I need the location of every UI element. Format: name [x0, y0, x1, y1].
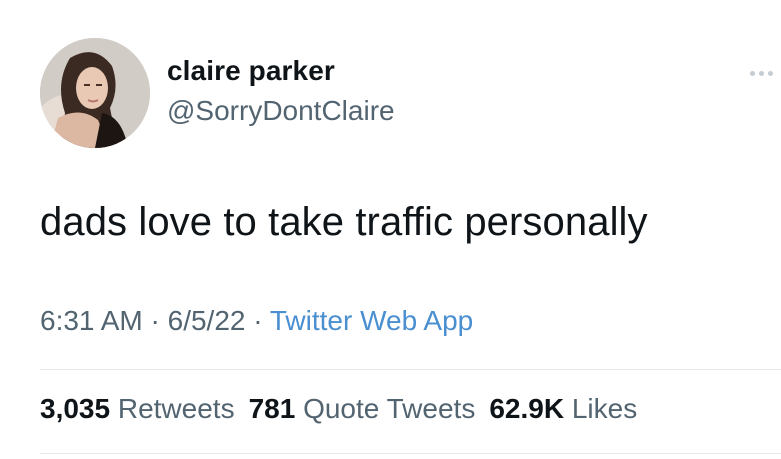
tweet-meta: 6:31 AM · 6/5/22 · Twitter Web App [40, 305, 473, 337]
divider [40, 369, 781, 370]
user-handle[interactable]: @SorryDontClaire [167, 95, 395, 127]
tweet-text: dads love to take traffic personally [40, 200, 648, 244]
tweet-source-link[interactable]: Twitter Web App [270, 305, 473, 336]
quote-tweets-stat[interactable]: 781 Quote Tweets [249, 393, 476, 424]
retweets-count: 3,035 [40, 393, 111, 424]
quote-tweets-label: Quote Tweets [303, 393, 476, 424]
likes-label: Likes [571, 393, 638, 424]
divider [40, 453, 781, 454]
display-name[interactable]: claire parker [167, 55, 335, 87]
avatar-photo [40, 38, 150, 148]
likes-stat[interactable]: 62.9K Likes [489, 393, 637, 424]
engagement-stats: 3,035 Retweets 781 Quote Tweets 62.9K Like… [40, 393, 637, 425]
quote-tweets-count: 781 [248, 393, 296, 424]
retweets-label: Retweets [117, 393, 235, 424]
separator: · [253, 305, 263, 336]
separator: · [150, 305, 160, 336]
tweet-date[interactable]: 6/5/22 [168, 305, 246, 336]
avatar[interactable] [40, 38, 150, 148]
tweet-card: claire parker @SorryDontClaire dads love… [0, 0, 781, 459]
more-horizontal-icon[interactable] [750, 68, 781, 78]
likes-count: 62.9K [489, 393, 565, 424]
retweets-stat[interactable]: 3,035 Retweets [40, 393, 235, 424]
tweet-time[interactable]: 6:31 AM [40, 305, 143, 336]
